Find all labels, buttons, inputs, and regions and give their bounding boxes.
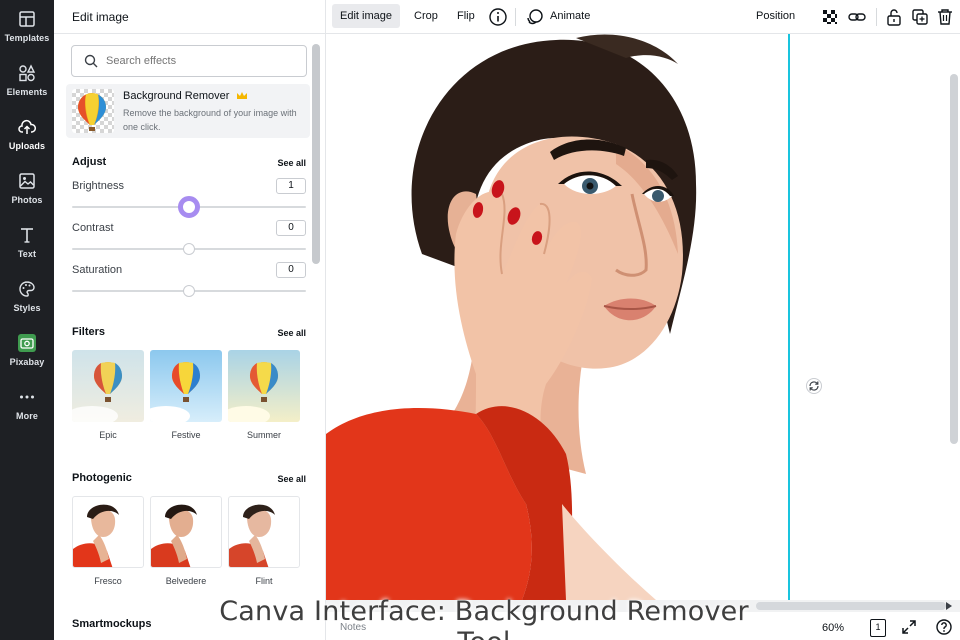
alignment-guide xyxy=(788,34,790,600)
shapes-icon xyxy=(19,64,36,82)
rail-item-more[interactable]: More xyxy=(0,378,54,430)
transparency-icon[interactable] xyxy=(820,7,840,27)
photogenic-label-flint: Flint xyxy=(255,576,273,586)
brightness-value-input[interactable]: 1 xyxy=(276,178,306,194)
panel-scrollbar[interactable] xyxy=(312,44,320,264)
lock-open-icon[interactable] xyxy=(884,7,904,27)
duplicate-icon[interactable] xyxy=(910,7,930,27)
panel-title: Edit image xyxy=(72,10,129,24)
page-count-button[interactable]: 1 xyxy=(870,619,886,637)
flip-button[interactable]: Flip xyxy=(449,4,483,28)
filter-label-summer: Summer xyxy=(246,430,281,440)
rail-item-uploads[interactable]: Uploads xyxy=(0,108,54,160)
adjust-see-all-link[interactable]: See all xyxy=(277,158,306,168)
rotate-handle[interactable] xyxy=(806,378,822,394)
photogenic-see-all-link[interactable]: See all xyxy=(277,474,306,484)
design-canvas[interactable] xyxy=(326,34,960,600)
rail-label-text: Text xyxy=(17,249,37,259)
filter-tile-summer[interactable] xyxy=(228,350,300,422)
pixabay-icon xyxy=(18,334,36,352)
info-icon[interactable] xyxy=(488,7,508,27)
link-icon[interactable] xyxy=(847,7,867,27)
toolbar-divider xyxy=(515,8,516,26)
rail-label-styles: Styles xyxy=(13,303,41,313)
rail-item-text[interactable]: Text xyxy=(0,216,54,268)
image-caption: Canva Interface: Background Remover Tool xyxy=(219,596,749,640)
photogenic-tile-belvedere[interactable] xyxy=(150,496,222,568)
more-dots-icon xyxy=(20,395,34,399)
image-icon xyxy=(19,173,35,189)
contrast-label: Contrast xyxy=(72,222,114,234)
canvas-vertical-scrollbar[interactable] xyxy=(950,74,958,444)
filters-title: Filters xyxy=(72,326,106,338)
trash-icon[interactable] xyxy=(935,7,955,27)
help-icon[interactable] xyxy=(936,619,952,635)
filter-label-epic: Epic xyxy=(99,430,117,440)
scroll-right-arrow-icon[interactable] xyxy=(946,602,952,610)
crown-icon xyxy=(237,92,247,99)
search-box[interactable] xyxy=(71,45,307,77)
left-sidebar: Templates Elements Uploads Photos Text S… xyxy=(0,0,54,640)
contrast-value-input[interactable]: 0 xyxy=(276,220,306,236)
rail-label-pixabay: Pixabay xyxy=(9,357,45,367)
rail-label-elements: Elements xyxy=(6,87,48,97)
palette-icon xyxy=(19,281,35,297)
rail-item-templates[interactable]: Templates xyxy=(0,0,54,52)
zoom-level[interactable]: 60% xyxy=(822,622,844,634)
saturation-label: Saturation xyxy=(72,264,123,276)
background-remover-card[interactable]: Background Remover Remove the background… xyxy=(66,84,310,138)
smartmockups-title: Smartmockups xyxy=(72,618,152,630)
adjust-title: Adjust xyxy=(72,156,107,168)
rail-item-styles[interactable]: Styles xyxy=(0,270,54,322)
photogenic-title: Photogenic xyxy=(72,472,132,484)
filter-label-festive: Festive xyxy=(171,430,201,440)
background-remover-description: Remove the background of your image with… xyxy=(123,108,297,132)
rail-label-uploads: Uploads xyxy=(8,141,46,151)
photogenic-tile-fresco[interactable] xyxy=(72,496,144,568)
portrait-image[interactable] xyxy=(326,34,788,600)
rail-label-templates: Templates xyxy=(4,33,50,43)
horizontal-scroll-thumb[interactable] xyxy=(756,602,946,610)
fullscreen-icon[interactable] xyxy=(901,619,917,635)
brightness-label: Brightness xyxy=(72,180,124,192)
rail-label-photos: Photos xyxy=(11,195,43,205)
upload-cloud-icon xyxy=(18,119,36,134)
background-remover-title: Background Remover xyxy=(123,90,230,102)
rail-item-elements[interactable]: Elements xyxy=(0,54,54,106)
rail-label-more: More xyxy=(16,411,38,421)
panel-header: Edit image xyxy=(54,0,325,34)
search-effects-input[interactable] xyxy=(106,52,301,70)
brightness-slider-thumb[interactable] xyxy=(178,196,200,218)
edit-image-button[interactable]: Edit image xyxy=(332,4,400,28)
top-toolbar: Edit image Crop Flip Animate Position xyxy=(326,0,960,34)
edit-image-panel: Edit image Background Remover Remove the… xyxy=(54,0,326,640)
filter-tile-epic[interactable] xyxy=(72,350,144,422)
rail-item-photos[interactable]: Photos xyxy=(0,162,54,214)
position-button[interactable]: Position xyxy=(748,4,803,28)
saturation-slider-thumb[interactable] xyxy=(183,285,195,297)
photogenic-label-belvedere: Belvedere xyxy=(165,576,207,586)
toolbar-divider-right xyxy=(876,8,877,26)
contrast-slider-thumb[interactable] xyxy=(183,243,195,255)
rail-item-pixabay[interactable]: Pixabay xyxy=(0,324,54,376)
photogenic-tile-flint[interactable] xyxy=(228,496,300,568)
templates-icon xyxy=(19,11,35,27)
filter-tile-festive[interactable] xyxy=(150,350,222,422)
filters-see-all-link[interactable]: See all xyxy=(277,328,306,338)
search-icon xyxy=(84,54,98,68)
background-remover-thumbnail xyxy=(72,89,114,133)
crop-button[interactable]: Crop xyxy=(406,4,446,28)
rotate-icon xyxy=(809,381,819,391)
saturation-value-input[interactable]: 0 xyxy=(276,262,306,278)
photogenic-label-fresco: Fresco xyxy=(94,576,122,586)
animate-button[interactable]: Animate xyxy=(542,4,598,28)
text-icon xyxy=(21,228,33,243)
